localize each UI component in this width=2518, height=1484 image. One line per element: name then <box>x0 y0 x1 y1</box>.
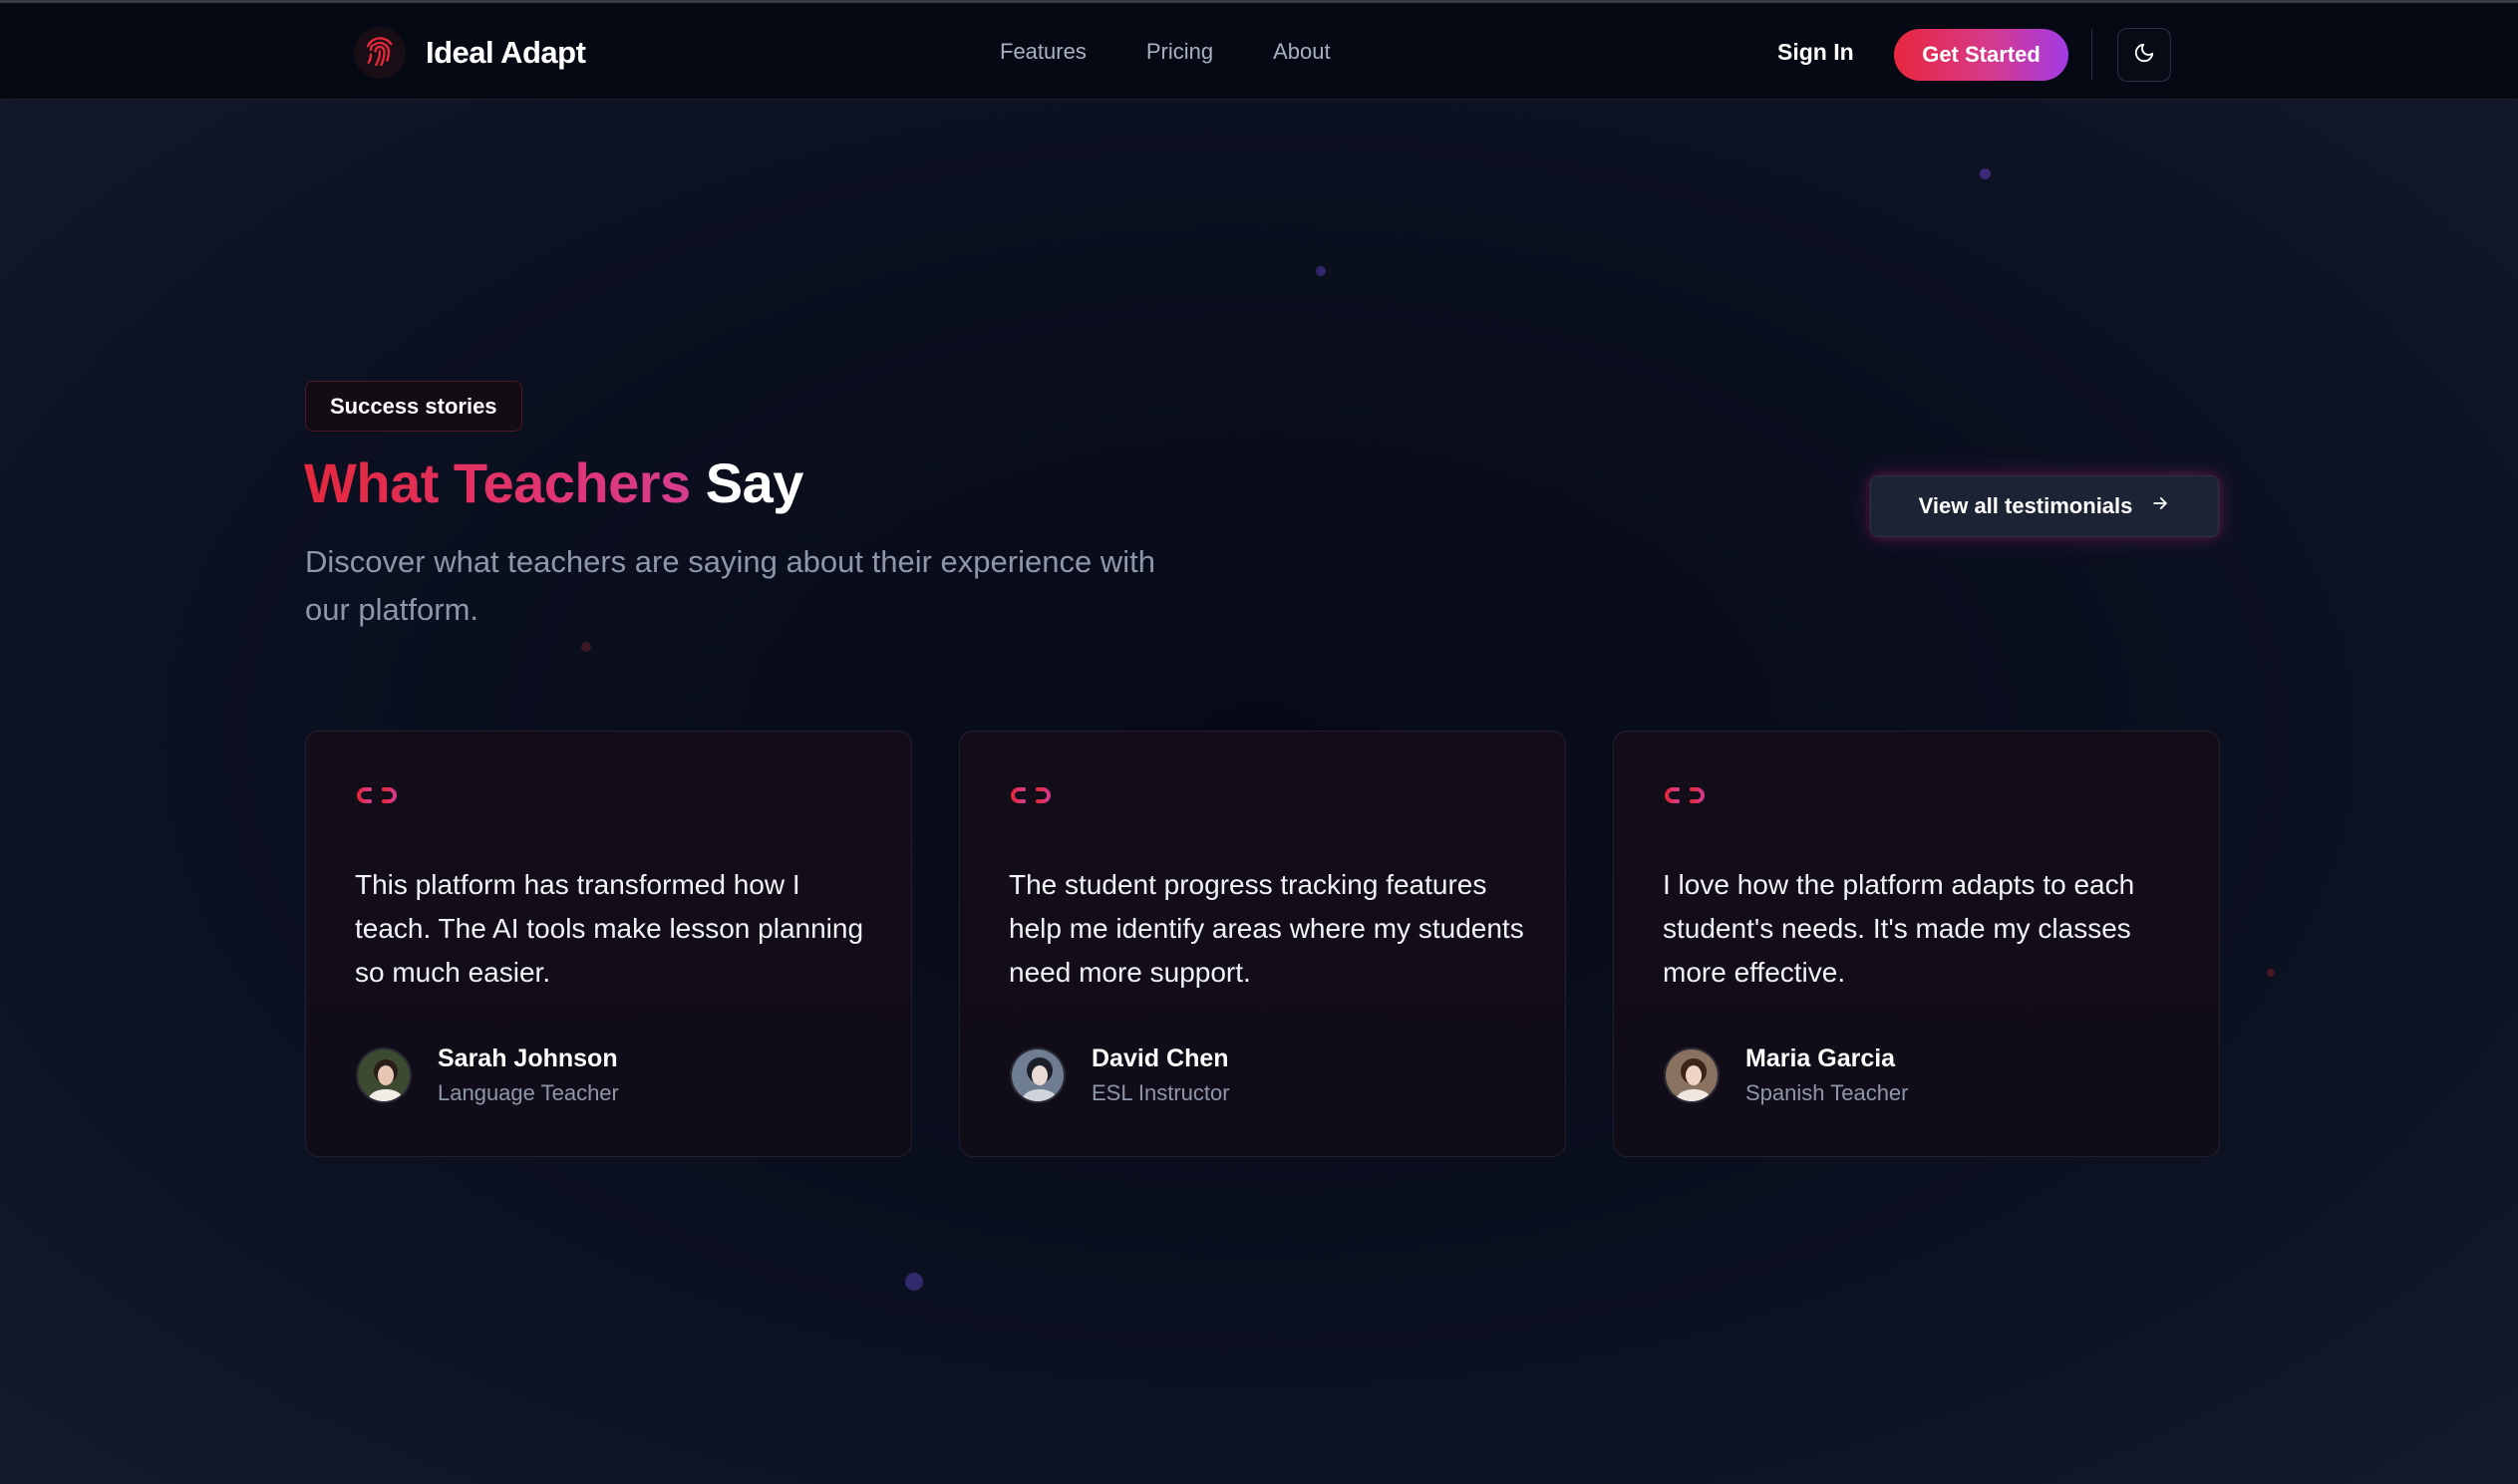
decorative-dot <box>1980 168 1991 179</box>
decorative-dot <box>581 642 591 652</box>
testimonial-text: This platform has transformed how I teac… <box>355 869 864 988</box>
nav-link-features[interactable]: Features <box>1000 39 1087 65</box>
nav-link-about[interactable]: About <box>1273 39 1331 65</box>
brand[interactable]: Ideal Adapt <box>354 27 586 79</box>
author-role: Language Teacher <box>438 1080 619 1105</box>
testimonial-text: I love how the platform adapts to each s… <box>1663 869 2135 988</box>
decorative-dot <box>905 1273 923 1291</box>
testimonial-card: The student progress tracking features h… <box>959 731 1566 1157</box>
quote-icon <box>1663 783 1707 816</box>
quote-icon <box>1009 783 1053 816</box>
success-stories-badge: Success stories <box>305 381 522 432</box>
fingerprint-icon <box>354 27 406 79</box>
view-all-label: View all testimonials <box>1918 493 2133 518</box>
testimonial-text: The student progress tracking features h… <box>1009 869 1524 988</box>
author-name: Sarah Johnson <box>438 1044 618 1072</box>
page-title: What Teachers Say <box>304 450 803 515</box>
decorative-dot <box>1316 266 1326 276</box>
testimonial-card: I love how the platform adapts to each s… <box>1613 731 2220 1157</box>
brand-name: Ideal Adapt <box>426 35 586 70</box>
avatar <box>356 1047 412 1103</box>
author-name: David Chen <box>1092 1044 1229 1072</box>
view-all-testimonials-button[interactable]: View all testimonials <box>1870 475 2219 537</box>
quote-icon <box>355 783 399 816</box>
testimonial-card: This platform has transformed how I teac… <box>305 731 912 1157</box>
nav-divider <box>2091 29 2092 81</box>
get-started-button[interactable]: Get Started <box>1894 29 2068 81</box>
moon-icon <box>2133 42 2155 69</box>
author-role: ESL Instructor <box>1092 1080 1230 1105</box>
top-navbar: Ideal Adapt Features Pricing About Sign … <box>0 3 2518 100</box>
decorative-dot <box>2267 969 2275 977</box>
author-name: Maria Garcia <box>1745 1044 1896 1072</box>
avatar <box>1664 1047 1720 1103</box>
nav-link-pricing[interactable]: Pricing <box>1146 39 1213 65</box>
avatar <box>1010 1047 1066 1103</box>
title-highlight: What Teachers <box>304 451 691 514</box>
theme-toggle-button[interactable] <box>2117 28 2171 82</box>
author-role: Spanish Teacher <box>1745 1080 1909 1105</box>
title-rest: Say <box>705 451 804 514</box>
page-subtitle: Discover what teachers are saying about … <box>305 544 1155 627</box>
sign-in-link[interactable]: Sign In <box>1777 39 1854 66</box>
arrow-right-icon <box>2150 493 2170 519</box>
main-nav: Features Pricing About <box>1000 39 1331 65</box>
